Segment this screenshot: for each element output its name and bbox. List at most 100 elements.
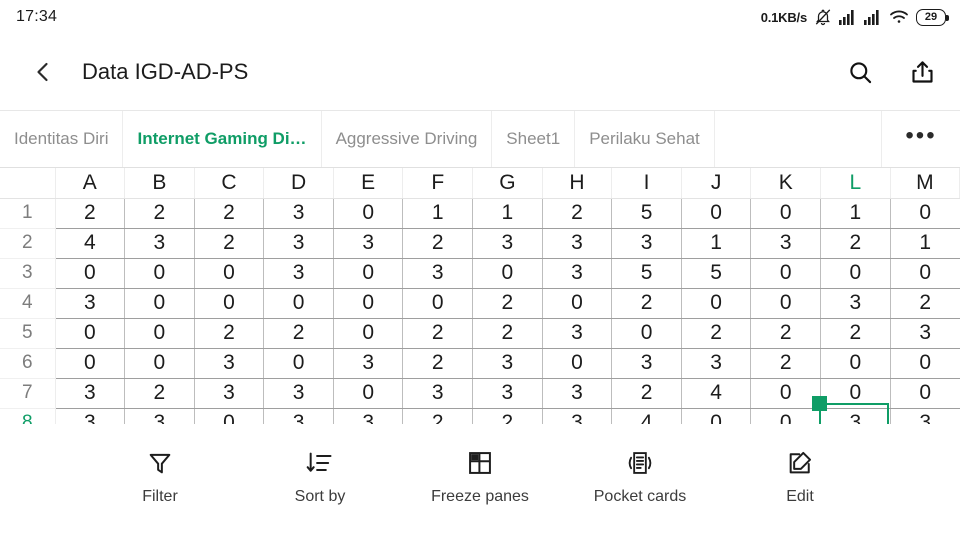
column-header-l[interactable]: L bbox=[820, 168, 891, 199]
spreadsheet-grid[interactable]: A B C D E F G H I J K L M 1 2 2 2 3 0 1 … bbox=[0, 168, 960, 430]
cell[interactable]: 2 bbox=[402, 318, 474, 349]
cell[interactable]: 4 bbox=[681, 378, 752, 409]
column-header-c[interactable]: C bbox=[194, 168, 265, 199]
cell[interactable]: 0 bbox=[55, 318, 126, 349]
cell[interactable]: 0 bbox=[333, 318, 404, 349]
cell[interactable]: 1 bbox=[890, 228, 960, 259]
table-row[interactable]: 2 4 3 2 3 3 2 3 3 3 1 3 2 1 bbox=[0, 228, 960, 259]
table-row[interactable]: 4 3 0 0 0 0 0 2 0 2 0 0 3 2 bbox=[0, 288, 960, 319]
cell[interactable]: 0 bbox=[750, 258, 822, 289]
table-row[interactable]: 7 3 2 3 3 0 3 3 3 2 4 0 0 0 bbox=[0, 378, 960, 409]
cell[interactable]: 0 bbox=[890, 348, 960, 379]
cell[interactable]: 0 bbox=[681, 288, 752, 319]
column-header-i[interactable]: I bbox=[611, 168, 682, 199]
column-header-a[interactable]: A bbox=[55, 168, 126, 199]
row-header[interactable]: 2 bbox=[0, 228, 56, 259]
cell[interactable]: 2 bbox=[55, 198, 126, 229]
cell[interactable]: 3 bbox=[55, 378, 126, 409]
cell[interactable]: 0 bbox=[542, 348, 613, 379]
column-header-f[interactable]: F bbox=[402, 168, 474, 199]
freeze-panes-button[interactable]: Freeze panes bbox=[425, 446, 535, 507]
cell[interactable]: 1 bbox=[820, 198, 891, 229]
cell[interactable]: 0 bbox=[55, 348, 126, 379]
sheet-tab-identitas-diri[interactable]: Identitas Diri bbox=[0, 111, 124, 167]
cell[interactable]: 0 bbox=[890, 198, 960, 229]
cell[interactable]: 1 bbox=[402, 198, 474, 229]
cell[interactable]: 2 bbox=[402, 348, 474, 379]
cell[interactable]: 2 bbox=[542, 198, 613, 229]
row-header[interactable]: 6 bbox=[0, 348, 56, 379]
cell[interactable]: 0 bbox=[55, 258, 126, 289]
cell[interactable]: 0 bbox=[750, 288, 822, 319]
cell[interactable]: 1 bbox=[681, 228, 752, 259]
column-header-k[interactable]: K bbox=[750, 168, 822, 199]
cell[interactable]: 2 bbox=[263, 318, 334, 349]
cell[interactable]: 5 bbox=[611, 198, 682, 229]
cell[interactable]: 3 bbox=[542, 318, 613, 349]
cell[interactable]: 2 bbox=[194, 228, 265, 259]
cell[interactable]: 3 bbox=[333, 228, 404, 259]
filter-button[interactable]: Filter bbox=[105, 446, 215, 507]
cell[interactable]: 3 bbox=[55, 288, 126, 319]
cell[interactable]: 2 bbox=[820, 228, 891, 259]
cell[interactable]: 3 bbox=[124, 228, 195, 259]
table-row[interactable]: 3 0 0 0 3 0 3 0 3 5 5 0 0 0 bbox=[0, 258, 960, 289]
cell[interactable]: 0 bbox=[124, 258, 195, 289]
cell[interactable]: 3 bbox=[194, 348, 265, 379]
sort-by-button[interactable]: Sort by bbox=[265, 446, 375, 507]
column-header-h[interactable]: H bbox=[542, 168, 613, 199]
cell[interactable]: 0 bbox=[194, 258, 265, 289]
cell[interactable]: 2 bbox=[750, 318, 822, 349]
cell[interactable]: 5 bbox=[681, 258, 752, 289]
cell[interactable]: 0 bbox=[890, 258, 960, 289]
cell[interactable]: 3 bbox=[611, 348, 682, 379]
cell[interactable]: 3 bbox=[890, 318, 960, 349]
cell[interactable]: 0 bbox=[333, 378, 404, 409]
corner-select-all[interactable] bbox=[0, 168, 56, 199]
share-button[interactable] bbox=[906, 56, 938, 88]
cell[interactable]: 4 bbox=[55, 228, 126, 259]
cell[interactable]: 3 bbox=[820, 288, 891, 319]
pocket-cards-button[interactable]: Pocket cards bbox=[585, 446, 695, 507]
cell[interactable]: 2 bbox=[611, 378, 682, 409]
cell[interactable]: 3 bbox=[263, 198, 334, 229]
table-row[interactable]: 1 2 2 2 3 0 1 1 2 5 0 0 1 0 bbox=[0, 198, 960, 229]
cell[interactable]: 2 bbox=[820, 318, 891, 349]
cell[interactable]: 2 bbox=[890, 288, 960, 319]
sheet-tab-overflow-menu[interactable]: ••• bbox=[882, 111, 960, 167]
cell[interactable]: 0 bbox=[263, 288, 334, 319]
cell[interactable]: 3 bbox=[611, 228, 682, 259]
cell[interactable]: 2 bbox=[472, 318, 543, 349]
cell[interactable]: 3 bbox=[402, 378, 474, 409]
row-header[interactable]: 5 bbox=[0, 318, 56, 349]
row-header[interactable]: 4 bbox=[0, 288, 56, 319]
cell[interactable]: 2 bbox=[124, 378, 195, 409]
cell[interactable]: 0 bbox=[611, 318, 682, 349]
sheet-tab-aggressive-driving[interactable]: Aggressive Driving bbox=[322, 111, 493, 167]
row-header[interactable]: 3 bbox=[0, 258, 56, 289]
cell[interactable]: 3 bbox=[472, 228, 543, 259]
table-row[interactable]: 5 0 0 2 2 0 2 2 3 0 2 2 2 3 bbox=[0, 318, 960, 349]
cell[interactable]: 3 bbox=[750, 228, 822, 259]
sheet-tab-sheet1[interactable]: Sheet1 bbox=[492, 111, 576, 167]
table-row[interactable]: 6 0 0 3 0 3 2 3 0 3 3 2 0 0 bbox=[0, 348, 960, 379]
cell[interactable]: 3 bbox=[542, 258, 613, 289]
cell[interactable]: 3 bbox=[472, 378, 543, 409]
cell[interactable]: 3 bbox=[542, 378, 613, 409]
cell[interactable]: 0 bbox=[124, 348, 195, 379]
search-button[interactable] bbox=[844, 56, 876, 88]
column-header-b[interactable]: B bbox=[124, 168, 195, 199]
cell[interactable]: 2 bbox=[681, 318, 752, 349]
cell[interactable]: 0 bbox=[890, 378, 960, 409]
row-header[interactable]: 7 bbox=[0, 378, 56, 409]
sheet-tab-internet-gaming[interactable]: Internet Gaming Di… bbox=[123, 111, 322, 167]
cell[interactable]: 2 bbox=[472, 288, 543, 319]
cell[interactable]: 0 bbox=[750, 198, 822, 229]
cell[interactable]: 0 bbox=[472, 258, 543, 289]
cell[interactable]: 2 bbox=[750, 348, 822, 379]
cell[interactable]: 0 bbox=[124, 288, 195, 319]
cell[interactable]: 5 bbox=[611, 258, 682, 289]
cell[interactable]: 2 bbox=[124, 198, 195, 229]
cell[interactable]: 3 bbox=[402, 258, 474, 289]
cell[interactable]: 0 bbox=[263, 348, 334, 379]
